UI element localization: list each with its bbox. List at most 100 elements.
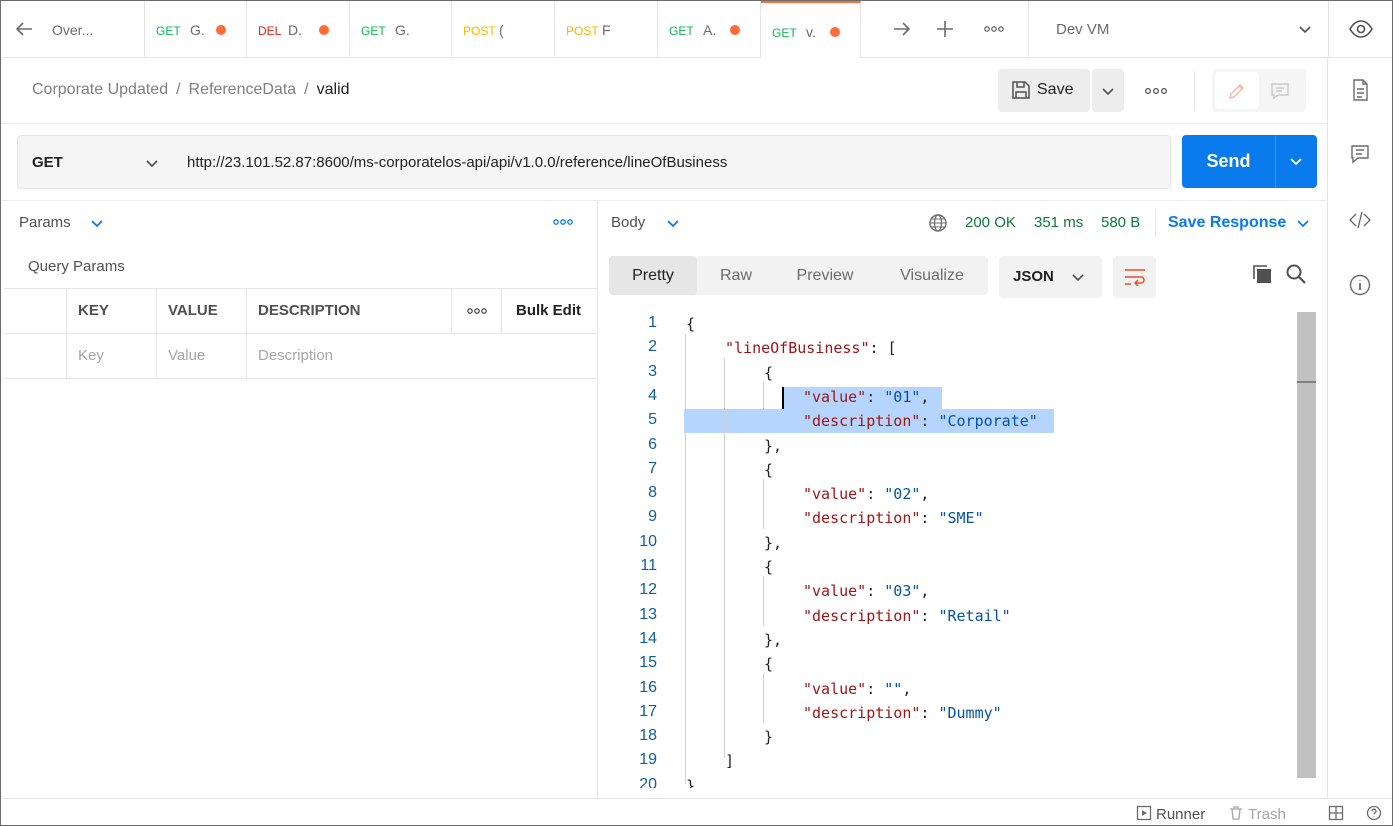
code-line: "description": "Corporate" [803, 412, 1038, 430]
json-punctuation: : [920, 412, 939, 431]
send-options-button[interactable] [1275, 135, 1317, 188]
key-input[interactable]: Key [67, 334, 157, 378]
json-punctuation: , [920, 582, 930, 601]
tab-name: Over... [52, 22, 94, 38]
tab-name: G. [190, 22, 205, 38]
search-icon[interactable] [1285, 263, 1307, 285]
column-header-value: VALUE [168, 302, 218, 319]
back-arrow-icon[interactable] [12, 17, 36, 41]
url-input[interactable]: http://23.101.52.87:8600/ms-corporatelos… [172, 135, 1171, 189]
line-number: 8 [648, 484, 657, 502]
environment-selector[interactable]: Dev VM [1028, 1, 1328, 58]
json-punctuation: : [866, 485, 885, 504]
request-tab[interactable]: Over... [41, 1, 145, 58]
environment-quick-look[interactable] [1328, 1, 1392, 58]
column-options-icon[interactable] [466, 304, 488, 318]
json-key: "value" [803, 679, 867, 698]
request-tab[interactable]: GET v. [761, 1, 861, 58]
save-button[interactable]: Save [998, 69, 1090, 112]
tab-visualize[interactable]: Visualize [875, 256, 989, 295]
tab-method: POST [566, 24, 599, 38]
runner-icon[interactable] [1136, 805, 1152, 821]
status-code[interactable]: 200 OK [965, 214, 1016, 231]
tab-preview[interactable]: Preview [775, 256, 875, 295]
new-tab-plus-icon[interactable] [933, 17, 957, 41]
code-line: "value": "03", [803, 582, 929, 600]
key-placeholder: Key [78, 347, 104, 364]
tab-raw[interactable]: Raw [697, 256, 775, 295]
comments-icon[interactable] [1348, 142, 1372, 166]
documentation-icon[interactable] [1348, 78, 1372, 102]
json-punctuation: , [920, 387, 930, 406]
unsaved-changes-dot [730, 25, 740, 35]
code-line: } [764, 728, 773, 746]
globe-icon[interactable] [928, 213, 948, 233]
unsaved-changes-dot [830, 27, 840, 37]
response-time[interactable]: 351 ms [1034, 214, 1083, 231]
tab-name: F [602, 22, 611, 38]
chevron-down-icon[interactable] [89, 215, 105, 231]
code-line: } [686, 777, 695, 788]
bulk-edit-link[interactable]: Bulk Edit [516, 302, 581, 319]
status-divider [1155, 209, 1156, 237]
code-line: { [764, 364, 773, 382]
info-icon[interactable] [1348, 273, 1372, 297]
runner-button[interactable]: Runner [1156, 806, 1205, 823]
save-options-button[interactable] [1092, 69, 1124, 112]
params-options-icon[interactable] [551, 213, 575, 231]
request-tab[interactable]: POST F [555, 1, 658, 58]
response-size[interactable]: 580 B [1101, 214, 1140, 231]
chevron-down-icon [146, 160, 158, 168]
code-line: }, [764, 534, 782, 552]
chevron-down-icon[interactable] [665, 215, 681, 231]
line-number: 6 [648, 435, 657, 453]
breadcrumb-folder[interactable]: ReferenceData [189, 81, 297, 98]
request-tab[interactable]: POST( [452, 1, 555, 58]
format-selector[interactable]: JSON [999, 256, 1102, 298]
wrap-lines-button[interactable] [1113, 256, 1156, 298]
forward-arrow-icon[interactable] [890, 17, 914, 41]
description-input[interactable]: Description [247, 334, 452, 378]
response-body-editor[interactable]: 1 {2 "lineOfBusiness": [3 {4 "value": "01", 5… [609, 312, 1317, 788]
tab-options-icon[interactable] [982, 17, 1006, 41]
table-cell [4, 289, 67, 333]
params-tab[interactable]: Params [19, 214, 71, 231]
code-line: "value": "", [803, 680, 911, 698]
tab-pretty[interactable]: Pretty [609, 256, 697, 295]
response-body-tab[interactable]: Body [611, 214, 645, 231]
line-number: 15 [639, 654, 657, 672]
chevron-down-icon[interactable] [1295, 215, 1311, 231]
save-response-button[interactable]: Save Response [1168, 214, 1286, 232]
breadcrumb-request-name[interactable]: valid [317, 81, 350, 98]
line-number: 13 [639, 605, 657, 623]
request-tab[interactable]: DEL D. [247, 1, 350, 58]
json-punctuation: }, [764, 630, 783, 649]
tab-name: v. [806, 24, 816, 40]
pane-divider[interactable] [597, 201, 598, 799]
more-actions-icon[interactable] [1141, 79, 1171, 103]
header-divider-line [1, 123, 1327, 124]
line-number: 14 [639, 629, 657, 647]
json-punctuation: ] [725, 752, 735, 771]
line-number: 11 [640, 557, 657, 574]
method-selector[interactable]: GET [17, 135, 173, 189]
layout-toggle-icon[interactable] [1328, 805, 1344, 821]
request-tab[interactable]: GET G. [350, 1, 452, 58]
edit-mode-button[interactable] [1215, 72, 1259, 109]
send-button[interactable]: Send [1182, 135, 1275, 188]
request-tab[interactable]: GET A. [658, 1, 761, 58]
line-number: 10 [639, 532, 657, 550]
copy-icon[interactable] [1251, 263, 1273, 285]
trash-button[interactable]: Trash [1248, 806, 1286, 823]
breadcrumb-collection[interactable]: Corporate Updated [32, 81, 168, 98]
help-icon[interactable] [1366, 805, 1382, 821]
json-string: "01" [884, 387, 921, 406]
request-tab[interactable]: GET G. [145, 1, 247, 58]
scrollbar-marker [1297, 381, 1316, 383]
code-snippet-icon[interactable] [1348, 208, 1372, 232]
comment-mode-icon[interactable] [1270, 81, 1290, 101]
value-input[interactable]: Value [157, 334, 247, 378]
trash-icon[interactable] [1228, 805, 1244, 821]
json-key: "value" [803, 582, 867, 601]
request-divider [1, 200, 1327, 201]
